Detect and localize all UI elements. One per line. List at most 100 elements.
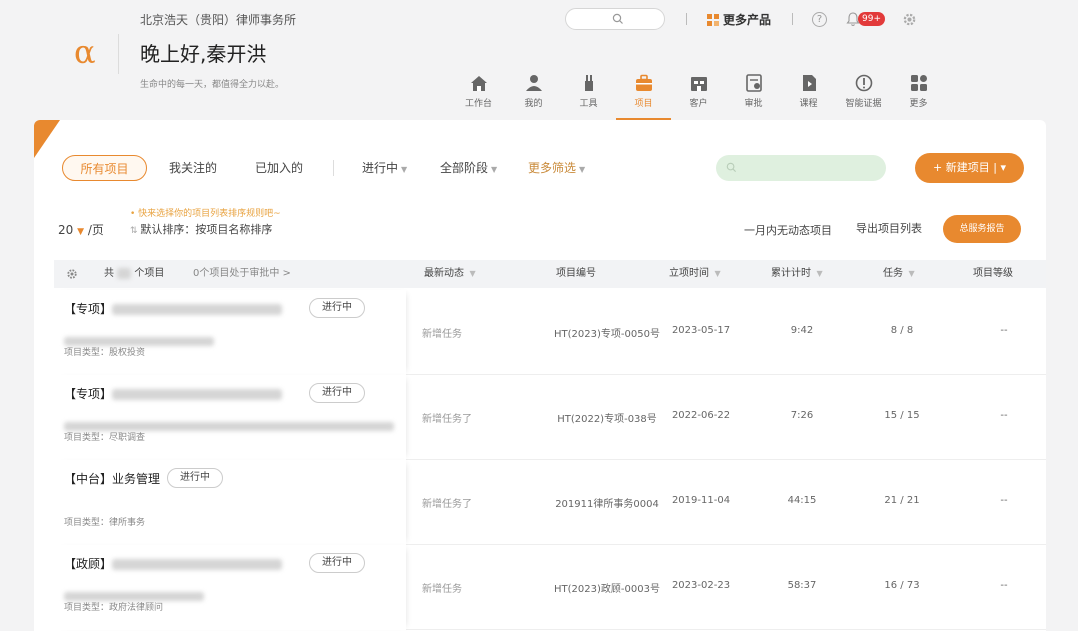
project-name-cell: 【中台】业务管理 进行中 项目类型：律所事务 [54,460,406,545]
project-name-cell: 【政顾】 进行中 项目类型：政府法律顾问 [54,545,406,630]
table-row[interactable]: 【专项】 进行中 项目类型：尽职调查 新增任务了 HT(2022)专项-038号… [54,375,1046,460]
header-divider [118,34,119,74]
col-dynamic[interactable]: 最新动态 ▼ [424,260,476,288]
col-date[interactable]: 立项时间 ▼ [669,260,721,288]
total-prefix: 共 [104,268,114,279]
chevron-down-icon: ▼ [814,269,823,278]
col-code: 项目编号 [556,268,596,279]
project-level: -- [1000,410,1008,421]
project-code: HT(2022)专项-038号 [557,414,657,425]
filter-divider [333,160,334,176]
total-count: 共 个项目 [104,260,164,288]
new-project-button[interactable]: + 新建项目 | ▾ [915,153,1024,183]
tab-joined[interactable]: 已加入的 [255,155,303,181]
sort-label: 默认排序：按项目名称排序 [140,223,273,236]
nav-more[interactable]: 更多 [891,74,946,120]
table-row[interactable]: 【政顾】 进行中 项目类型：政府法律顾问 新增任务 HT(2023)政顾-000… [54,545,1046,630]
sort-icon: ⇅ [130,226,141,236]
help-icon[interactable]: ? [812,12,827,27]
client-icon [690,77,707,91]
project-type: 项目类型：政府法律顾问 [64,603,164,613]
table-row[interactable]: 【专项】 进行中 项目类型：股权投资 新增任务 HT(2023)专项-0050号… [54,290,1046,375]
project-date: 2022-06-22 [671,410,731,421]
notification-badge: 99+ [858,12,885,26]
project-code: 201911律所事务0004 [555,499,659,510]
main-nav: 工作台 我的 工具 项目 客户 审批 课程 智能证据 更多 [451,74,946,120]
nav-more-label: 更多 [909,99,928,109]
nav-courses[interactable]: 课程 [781,74,836,120]
project-time: 58:37 [787,580,817,591]
table-row[interactable]: 【中台】业务管理 进行中 项目类型：律所事务 新增任务了 201911律所事务0… [54,460,1046,545]
col-time[interactable]: 累计计时 ▼ [771,260,823,288]
project-type: 项目类型：股权投资 [64,348,146,358]
project-task: 8 / 8 [890,325,914,336]
col-date-label: 立项时间 [669,268,709,279]
project-name-cell: 【专项】 进行中 项目类型：股权投资 [54,290,406,375]
project-code: HT(2023)政顾-0003号 [554,584,660,595]
col-task[interactable]: 任务 ▼ [883,260,915,288]
project-name: 【中台】业务管理 [64,472,161,486]
more-products-button[interactable]: 更多产品 [707,11,771,28]
col-dynamic-label: 最新动态 [424,268,464,279]
project-tag: 【专项】 [64,387,113,401]
gear-icon[interactable] [902,12,917,27]
more-filter[interactable]: 更多筛选 ▼ [528,155,585,181]
top-search-input[interactable] [565,8,665,30]
nav-projects-label: 项目 [634,99,653,109]
sort-select[interactable]: ⇅ 默认排序：按项目名称排序 [130,221,272,237]
gear-icon[interactable] [66,268,78,280]
status-badge: 进行中 [309,553,365,573]
nav-approval-label: 审批 [744,99,763,109]
nav-tools[interactable]: 工具 [561,74,616,120]
project-task: 15 / 15 [884,410,920,421]
nav-approval[interactable]: 审批 [726,74,781,120]
nav-mine-label: 我的 [524,99,543,109]
status-filter[interactable]: 进行中 ▼ [362,155,407,181]
alpha-logo: α [74,33,96,71]
nav-evidence-label: 智能证据 [845,99,882,109]
project-level: -- [1000,325,1008,336]
project-date: 2019-11-04 [671,495,731,506]
latest-dynamic: 新增任务了 [422,414,472,425]
project-type: 项目类型：律所事务 [64,518,146,528]
blurred-name [112,304,283,315]
project-code: HT(2023)专项-0050号 [554,329,660,340]
search-icon [612,13,623,24]
nav-clients-label: 客户 [689,99,708,109]
chevron-down-icon: ▼ [467,269,476,278]
tab-all-projects[interactable]: 所有项目 [62,155,147,181]
status-badge: 进行中 [167,468,223,488]
nav-clients[interactable]: 客户 [671,74,726,120]
project-task: 16 / 73 [884,580,920,591]
table-header: 共 个项目 0个项目处于审批中 > 最新动态 ▼ 项目编号 立项时间 ▼ 累计计… [54,260,1046,288]
blurred-name [112,389,283,400]
project-search-input[interactable] [716,155,886,181]
home-icon [470,76,487,91]
chevron-down-icon: ▾ [1000,161,1006,174]
service-report-button[interactable]: 总服务报告 [943,215,1021,243]
export-list-button[interactable]: 导出项目列表 [856,220,922,236]
project-date: 2023-05-17 [671,325,731,336]
latest-dynamic: 新增任务 [422,329,462,340]
briefcase-icon [635,74,652,91]
project-date: 2023-02-23 [671,580,731,591]
more-filter-label: 更多筛选 [528,161,577,175]
project-name: 【政顾】 [64,555,283,572]
tab-followed[interactable]: 我关注的 [169,155,217,181]
stage-filter[interactable]: 全部阶段 ▼ [440,155,497,181]
motto-text: 生命中的每一天，都值得全力以赴。 [140,80,285,90]
project-time: 7:26 [790,410,814,421]
no-activity-filter[interactable]: 一月内无动态项目 [744,222,832,238]
nav-courses-label: 课程 [799,99,818,109]
total-suffix: 个项目 [134,268,165,279]
project-level: -- [1000,580,1008,591]
nav-projects[interactable]: 项目 [616,74,671,120]
top-divider [686,13,687,25]
nav-evidence[interactable]: 智能证据 [836,74,891,120]
nav-workbench[interactable]: 工作台 [451,74,506,120]
page-size-select[interactable]: 20 ▼ /页 [58,221,104,238]
nav-mine[interactable]: 我的 [506,74,561,120]
chevron-down-icon: ▼ [77,227,85,237]
top-divider-2 [792,13,793,25]
approval-link[interactable]: 0个项目处于审批中 > [193,260,291,288]
